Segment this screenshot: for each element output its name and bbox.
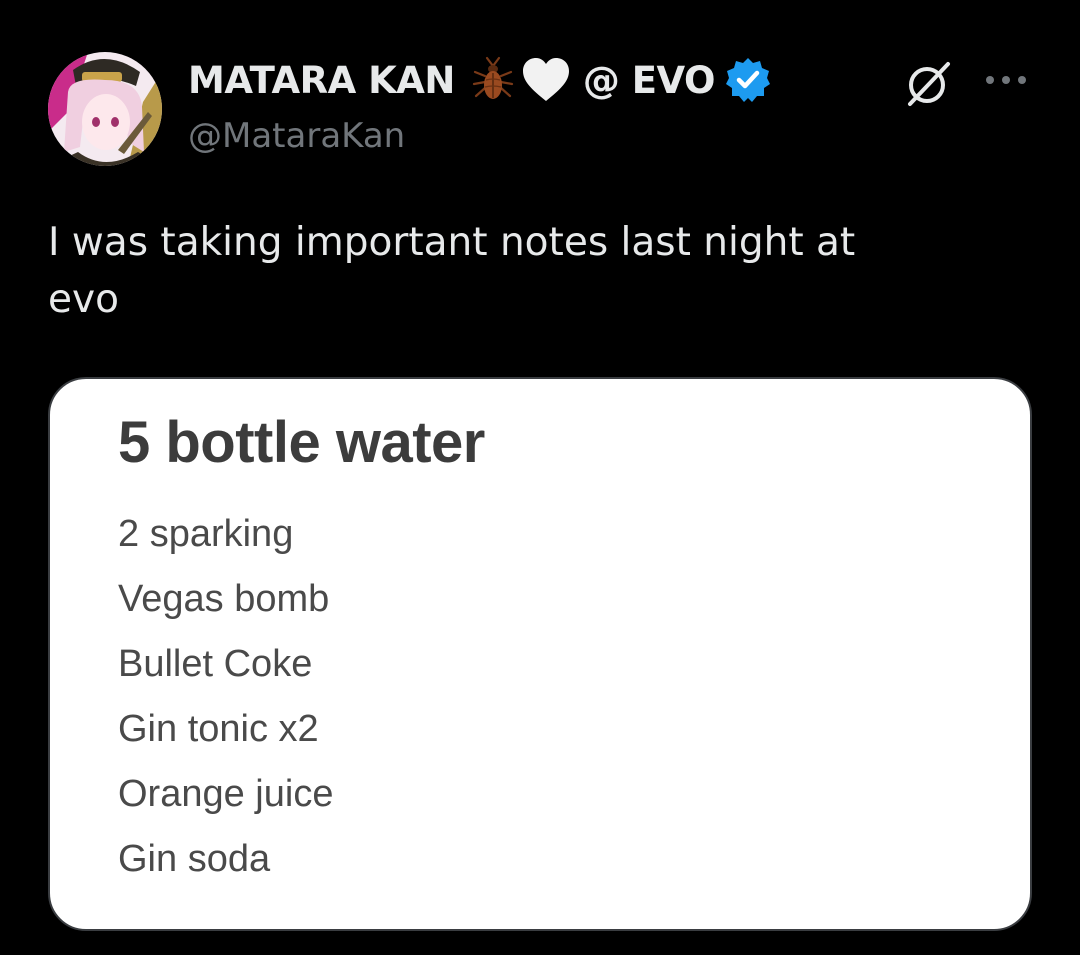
author-avatar[interactable]	[48, 52, 162, 166]
display-name-suffix[interactable]: @ EVO	[583, 59, 716, 102]
author-handle[interactable]: @MataraKan	[188, 116, 405, 156]
note-title: 5 bottle water	[118, 410, 485, 475]
author-name-row[interactable]: MATARA KAN @ EVO	[188, 54, 771, 106]
verified-badge-icon	[725, 57, 771, 103]
tweet-text-line-2: evo	[48, 277, 119, 322]
cockroach-icon	[469, 56, 517, 104]
list-item: Bullet Coke	[118, 643, 313, 685]
tweet-text-line-1: I was taking important notes last night …	[48, 220, 856, 265]
more-options-icon[interactable]	[984, 70, 1028, 95]
tweet-media-image[interactable]: 5 bottle water 2 sparking Vegas bomb Bul…	[48, 377, 1032, 931]
white-heart-icon	[521, 57, 571, 103]
grok-slash-circle-icon[interactable]	[900, 58, 956, 115]
list-item: Vegas bomb	[118, 578, 330, 620]
note-list: 2 sparking Vegas bomb Bullet Coke Gin to…	[118, 509, 333, 899]
display-name[interactable]: MATARA KAN	[188, 59, 455, 102]
tweet-text: I was taking important notes last night …	[48, 214, 1028, 328]
avatar-image	[48, 52, 162, 166]
list-item: Gin tonic x2	[118, 708, 319, 750]
list-item: 2 sparking	[118, 513, 294, 555]
list-item: Gin soda	[118, 838, 271, 880]
list-item: Orange juice	[118, 773, 334, 815]
